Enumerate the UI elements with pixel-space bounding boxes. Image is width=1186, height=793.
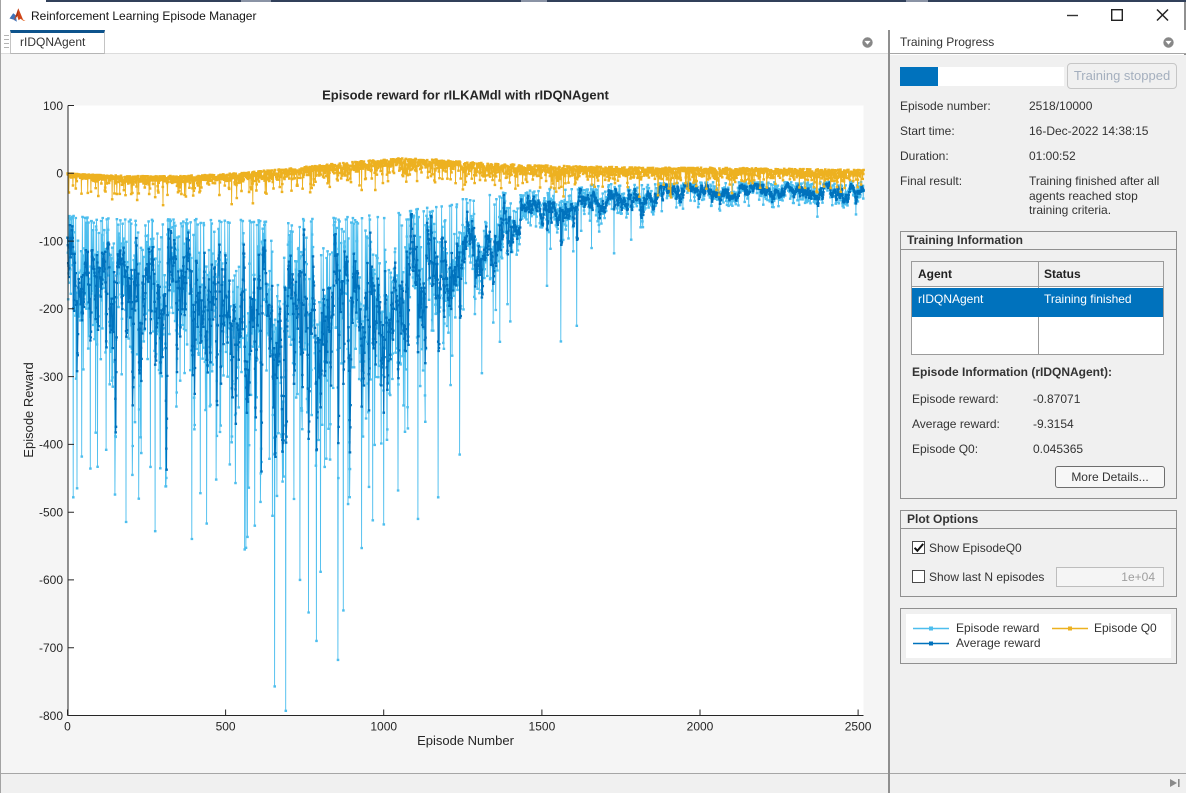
svg-text:Episode Number: Episode Number [417, 733, 514, 748]
svg-text:2000: 2000 [687, 720, 714, 734]
svg-text:100: 100 [43, 99, 63, 113]
svg-text:0: 0 [64, 720, 71, 734]
svg-text:0: 0 [56, 167, 63, 181]
svg-text:Episode reward for rILKAMdl wi: Episode reward for rILKAMdl with rIDQNAg… [322, 88, 609, 103]
svg-text:2500: 2500 [845, 720, 872, 734]
svg-text:Episode Reward: Episode Reward [21, 362, 36, 457]
svg-text:-600: -600 [39, 573, 63, 587]
svg-text:500: 500 [216, 720, 236, 734]
svg-text:1500: 1500 [529, 720, 556, 734]
svg-text:-400: -400 [39, 438, 63, 452]
svg-text:1000: 1000 [370, 720, 397, 734]
svg-text:-300: -300 [39, 370, 63, 384]
svg-text:-800: -800 [39, 709, 63, 723]
svg-text:-700: -700 [39, 641, 63, 655]
svg-text:-500: -500 [39, 506, 63, 520]
svg-text:-100: -100 [39, 234, 63, 248]
svg-text:-200: -200 [39, 302, 63, 316]
